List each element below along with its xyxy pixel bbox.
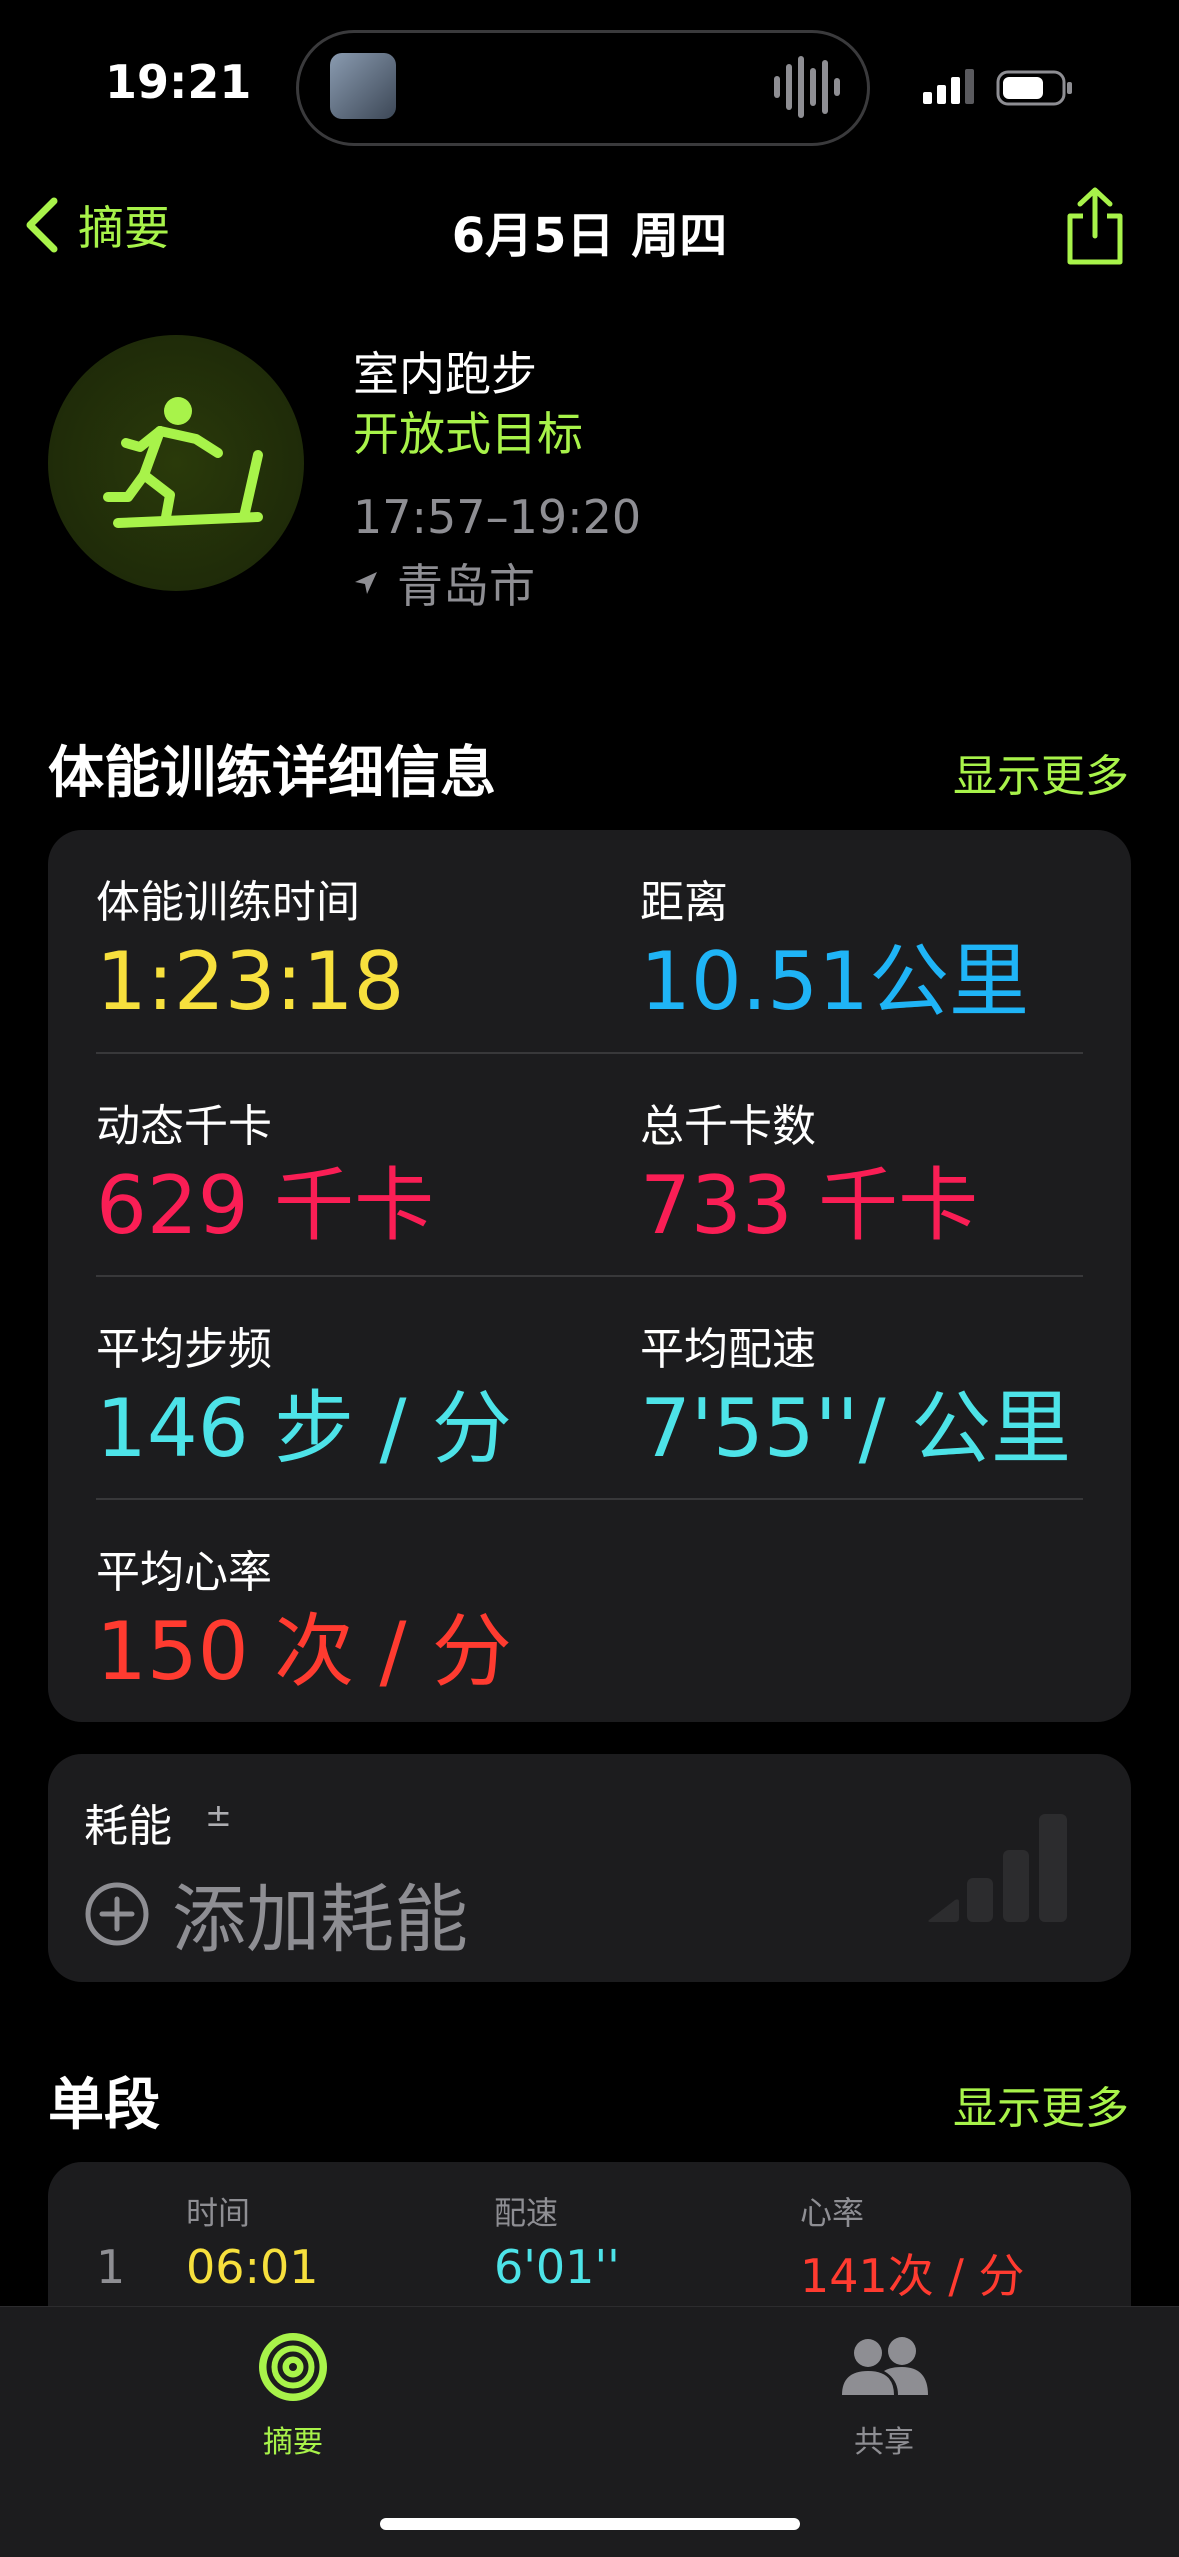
now-playing-artwork (330, 53, 396, 119)
metric-value: 629 千卡 (96, 1159, 435, 1252)
metric-label: 体能训练时间 (96, 877, 360, 928)
splits-section-title: 单段 (48, 2073, 160, 2138)
workout-type-badge (48, 335, 304, 591)
battery-icon (996, 70, 1072, 106)
home-indicator[interactable] (380, 2518, 800, 2530)
metric-workout-time: 体能训练时间 1:23:18 (96, 866, 404, 1022)
tab-sharing-label: 共享 (854, 2425, 914, 2460)
metric-value: 146 步 / 分 (96, 1382, 512, 1475)
metric-active-calories: 动态千卡 629 千卡 (96, 1090, 434, 1246)
metric-value: 733 千卡 (640, 1159, 979, 1252)
metric-label: 动态千卡 (96, 1101, 272, 1152)
metric-distance: 距离 10.51公里 (640, 866, 1029, 1022)
details-section-title: 体能训练详细信息 (48, 741, 496, 806)
metric-avg-cadence: 平均步频 146 步 / 分 (96, 1313, 512, 1469)
split-header-heart-rate: 心率 (800, 2194, 865, 2232)
metric-avg-pace: 平均配速 7'55''/ 公里 (640, 1313, 1071, 1469)
tab-summary[interactable]: 摘要 (213, 2329, 373, 2461)
audio-waveform-icon (774, 56, 840, 118)
workout-location: 青岛市 (353, 550, 535, 616)
metric-value: 7'55''/ 公里 (640, 1382, 1072, 1475)
split-heart-rate: 141次 / 分 (800, 2249, 1025, 2303)
metric-label: 平均步频 (96, 1324, 272, 1375)
workout-name: 室内跑步 (353, 347, 537, 401)
split-header-pace: 配速 (494, 2194, 559, 2232)
split-pace: 6'01'' (494, 2240, 620, 2294)
page-title: 6月5日 周四 (451, 208, 728, 264)
metric-value: 1:23:18 (96, 935, 405, 1028)
metric-value: 150 次 / 分 (96, 1605, 512, 1698)
divider (96, 1498, 1083, 1500)
status-time: 19:21 (105, 55, 252, 109)
metric-label: 总千卡数 (640, 1101, 816, 1152)
tab-sharing[interactable]: 共享 (804, 2329, 964, 2461)
add-effort-label: 添加耗能 (172, 1877, 468, 1963)
details-show-more-link[interactable]: 显示更多 (953, 740, 1129, 804)
split-index: 1 (96, 2240, 126, 2294)
workout-time-range: 17:57–19:20 (353, 490, 642, 544)
divider (96, 1052, 1083, 1054)
add-effort-button[interactable]: 添加耗能 (84, 1860, 468, 1967)
split-header-time: 时间 (186, 2194, 251, 2232)
metric-value: 10.51公里 (640, 935, 1030, 1028)
location-arrow-icon (355, 572, 377, 594)
metric-label: 平均心率 (96, 1547, 272, 1598)
effort-adjust-icon: ± (205, 1796, 232, 1834)
workout-goal: 开放式目标 (353, 407, 583, 461)
metric-label: 距离 (640, 877, 728, 928)
share-icon[interactable] (1060, 186, 1130, 266)
people-icon (842, 2337, 928, 2395)
metric-label: 平均配速 (640, 1324, 816, 1375)
split-time: 06:01 (186, 2240, 319, 2294)
metric-total-calories: 总千卡数 733 千卡 (640, 1090, 978, 1246)
cellular-signal-icon (923, 69, 974, 104)
splits-show-more-link[interactable]: 显示更多 (953, 2072, 1129, 2136)
activity-rings-icon (259, 2333, 327, 2401)
divider (96, 1275, 1083, 1277)
effort-level-icon (928, 1814, 1067, 1922)
metric-avg-heart-rate: 平均心率 150 次 / 分 (96, 1536, 512, 1692)
tab-summary-label: 摘要 (263, 2425, 323, 2460)
treadmill-runner-icon (103, 397, 263, 528)
effort-label: 耗能 (84, 1801, 172, 1852)
location-text: 青岛市 (397, 559, 535, 613)
plus-circle-icon (85, 1882, 149, 1945)
